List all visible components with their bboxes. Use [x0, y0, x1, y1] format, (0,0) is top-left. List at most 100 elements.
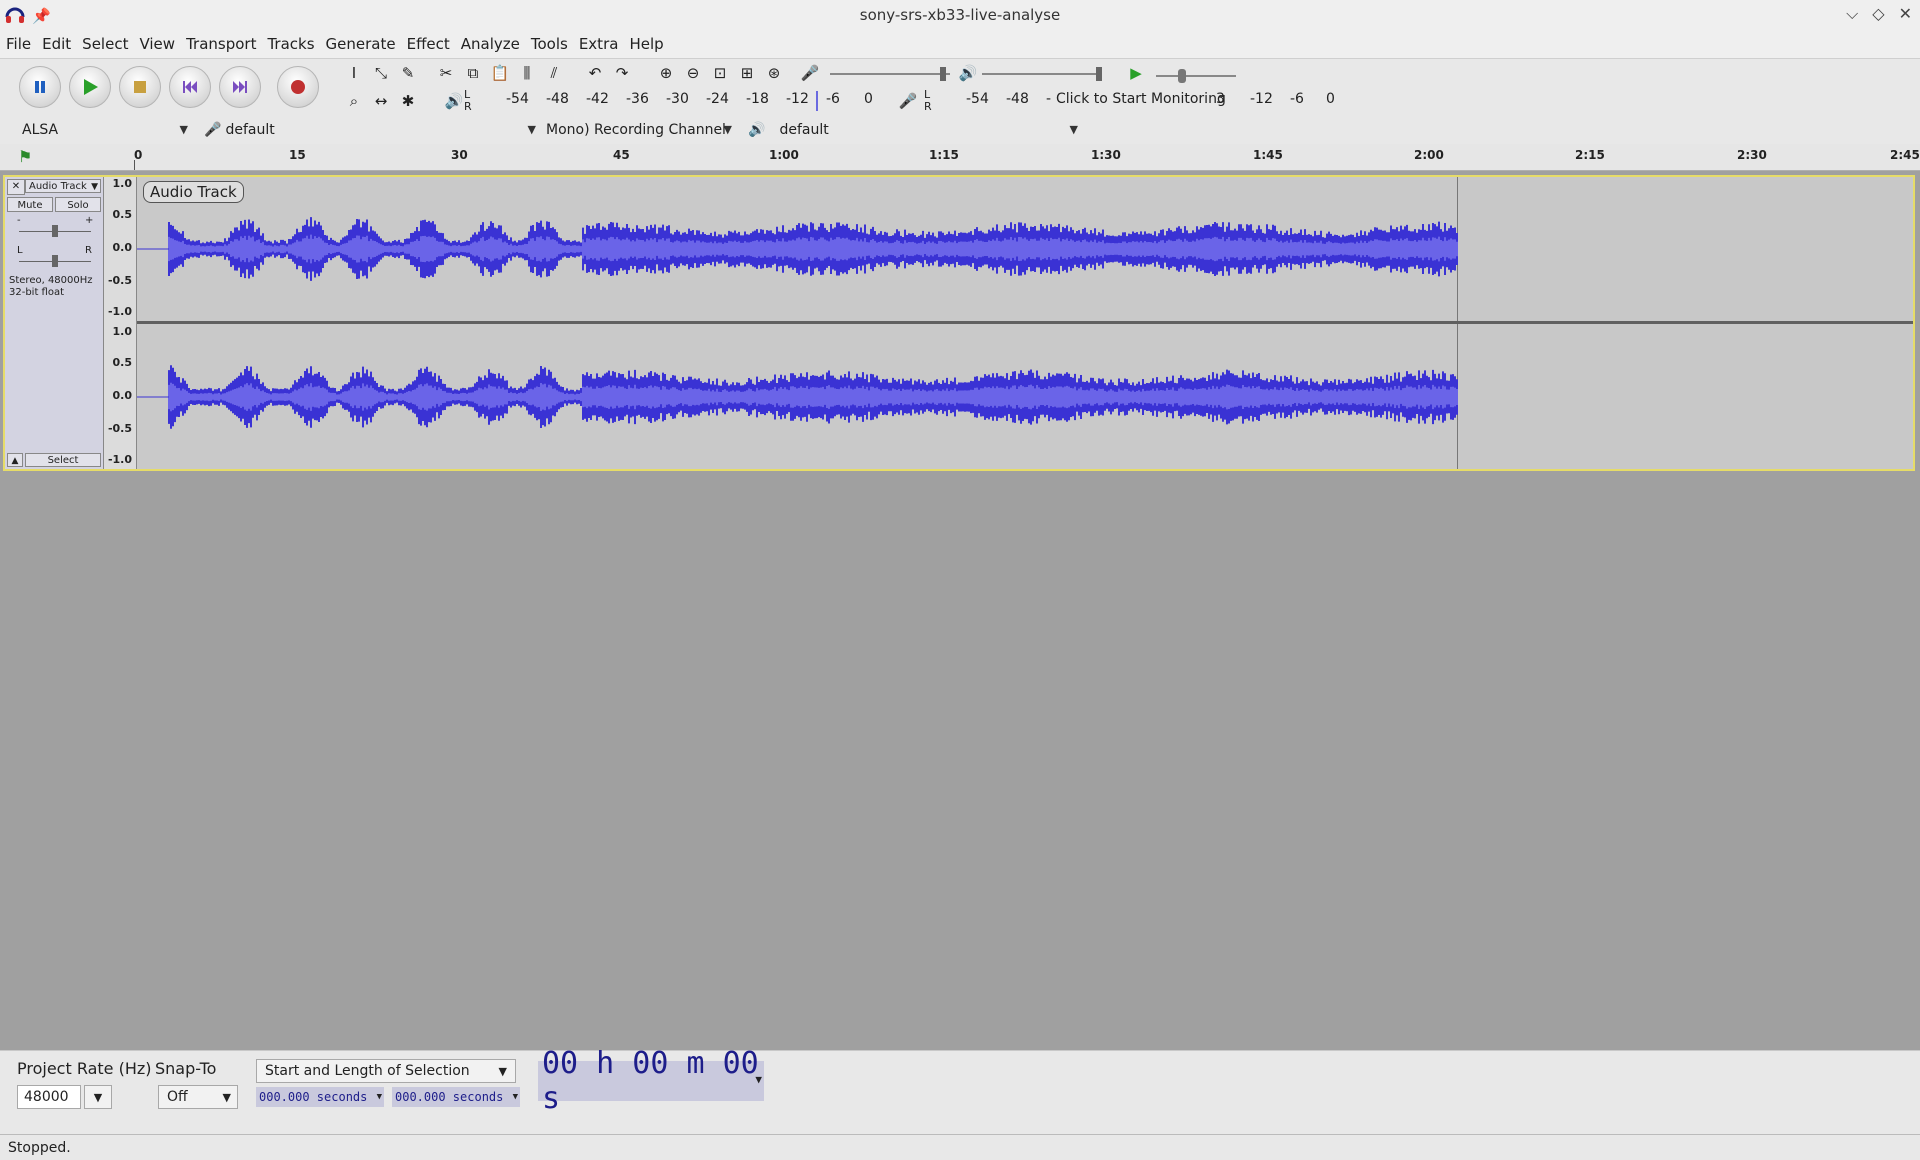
record-icon — [291, 80, 305, 94]
speaker-icon: 🔊 — [748, 122, 766, 138]
selection-start-time[interactable]: 000.000 seconds ▼ — [256, 1087, 384, 1107]
ruler-label: 0 — [134, 148, 143, 162]
copy-icon[interactable]: ⧉ — [461, 61, 485, 85]
fit-project-icon[interactable]: ⊞ — [735, 61, 759, 85]
cut-icon[interactable]: ✂ — [434, 61, 458, 85]
recording-channels-select[interactable]: Mono) Recording Channel ▼ — [546, 119, 736, 141]
playback-volume-slider[interactable] — [982, 73, 1102, 75]
waveform-area[interactable]: Audio Track — [137, 177, 1913, 469]
menu-edit[interactable]: Edit — [42, 35, 80, 53]
skip-start-button[interactable] — [169, 66, 211, 108]
recording-volume-slider[interactable] — [830, 73, 950, 75]
menu-view[interactable]: View — [139, 35, 184, 53]
audio-host-select[interactable]: ALSA ▼ — [16, 119, 192, 141]
skip-start-icon — [183, 81, 197, 93]
selection-mode-select[interactable]: Start and Length of Selection ▼ — [256, 1059, 516, 1083]
play-icon — [84, 79, 98, 95]
clip-name-label[interactable]: Audio Track — [143, 181, 244, 203]
selection-length-time[interactable]: 000.000 seconds ▼ — [392, 1087, 520, 1107]
playback-device-select[interactable]: 🔊 default ▼ — [748, 119, 1082, 141]
pan-slider-thumb[interactable] — [52, 255, 58, 267]
window-title: sony-srs-xb33-live-analyse — [859, 6, 1061, 24]
collapse-track-icon[interactable]: ▲ — [7, 453, 23, 467]
record-button[interactable] — [277, 66, 319, 108]
zoom-in-icon[interactable]: ⊕ — [654, 61, 678, 85]
playback-meter[interactable]: L R -54 -48 - Click to Start Monitoring … — [924, 88, 1344, 113]
monitor-prompt[interactable]: Click to Start Monitoring — [1056, 91, 1226, 107]
recording-volume-thumb[interactable] — [940, 67, 946, 81]
menu-help[interactable]: Help — [629, 35, 672, 53]
track-name-menu[interactable]: Audio Track ▼ — [25, 179, 101, 193]
pause-button[interactable] — [19, 66, 61, 108]
project-rate-label: Project Rate (Hz) — [17, 1059, 152, 1078]
track-close-icon[interactable]: ✕ — [7, 179, 25, 195]
play-speed-slider[interactable] — [1156, 75, 1236, 77]
audio-track[interactable]: ✕ Audio Track ▼ Mute Solo - + L R Stereo… — [3, 175, 1915, 471]
menu-file[interactable]: File — [6, 35, 40, 53]
speaker-icon: 🔊 — [958, 64, 978, 82]
silence-icon[interactable]: ⫽ — [542, 61, 566, 85]
ruler-label: 1:45 — [1253, 148, 1283, 162]
menu-generate[interactable]: Generate — [326, 35, 405, 53]
paste-icon[interactable]: 📋 — [488, 61, 512, 85]
chevron-down-icon: ▼ — [723, 123, 732, 136]
trim-icon[interactable]: ⫼ — [515, 61, 539, 85]
undo-icon[interactable]: ↶ — [583, 61, 607, 85]
stop-button[interactable] — [119, 66, 161, 108]
chevron-down-icon: ▼ — [1069, 123, 1078, 136]
snap-to-label: Snap-To — [155, 1059, 217, 1078]
project-rate-dropdown[interactable]: ▼ — [84, 1085, 112, 1109]
meter-speaker-icon[interactable]: 🔊 — [442, 89, 466, 113]
track-select-button[interactable]: Select — [25, 453, 101, 467]
minimize-icon[interactable]: ⌵ — [1846, 4, 1858, 24]
menu-extra[interactable]: Extra — [579, 35, 628, 53]
gain-slider-thumb[interactable] — [52, 225, 58, 237]
menu-select[interactable]: Select — [82, 35, 137, 53]
maximize-icon[interactable]: ◇ — [1872, 4, 1884, 24]
ruler-label: 2:00 — [1414, 148, 1444, 162]
selection-tool-icon[interactable]: I — [342, 61, 366, 85]
meter-microphone-icon[interactable]: 🎤 — [896, 89, 920, 113]
menu-tools[interactable]: Tools — [531, 35, 577, 53]
ruler-label: 2:30 — [1737, 148, 1767, 162]
draw-tool-icon[interactable]: ✎ — [396, 61, 420, 85]
recording-meter[interactable]: L R -54 -48 -42 -36 -30 -24 -18 -12 -6 0 — [464, 88, 884, 113]
status-text: Stopped. — [8, 1139, 71, 1156]
redo-icon[interactable]: ↷ — [610, 61, 634, 85]
recording-device-select[interactable]: 🎤 default ▼ — [204, 119, 540, 141]
chevron-down-icon: ▼ — [512, 1092, 518, 1102]
pin-head-icon[interactable]: ⚑ — [18, 147, 34, 166]
pause-icon — [35, 81, 45, 93]
project-rate-input[interactable]: 48000 — [17, 1085, 81, 1109]
skip-end-icon — [233, 81, 247, 93]
snap-to-select[interactable]: Off ▼ — [158, 1085, 238, 1109]
timeline-ruler[interactable]: ⚑ 0 15 30 45 1:00 1:15 1:30 1:45 2:00 2:… — [0, 144, 1920, 171]
ruler-label: 30 — [451, 148, 468, 162]
play-at-speed-icon[interactable]: ▶ — [1124, 61, 1148, 85]
menu-analyze[interactable]: Analyze — [461, 35, 529, 53]
timeshift-tool-icon[interactable]: ↔ — [369, 89, 393, 113]
close-icon[interactable]: ✕ — [1899, 4, 1912, 24]
menu-transport[interactable]: Transport — [186, 35, 265, 53]
playback-volume-thumb[interactable] — [1096, 67, 1102, 81]
ruler-label: 1:30 — [1091, 148, 1121, 162]
zoom-tool-icon[interactable]: ⌕ — [342, 89, 366, 113]
pin-icon[interactable]: 📌 — [32, 7, 51, 25]
multi-tool-icon[interactable]: ✱ — [396, 89, 420, 113]
zoom-toggle-icon[interactable]: ⊛ — [762, 61, 786, 85]
ruler-label: 1:00 — [769, 148, 799, 162]
meter-peak-marker — [816, 91, 818, 111]
play-speed-thumb[interactable] — [1178, 69, 1186, 83]
skip-end-button[interactable] — [219, 66, 261, 108]
menu-effect[interactable]: Effect — [407, 35, 459, 53]
microphone-icon: 🎤 — [800, 64, 820, 82]
audio-position-display[interactable]: 00 h 00 m 00 s ▼ — [538, 1046, 764, 1116]
menu-tracks[interactable]: Tracks — [267, 35, 323, 53]
play-button[interactable] — [69, 66, 111, 108]
chevron-down-icon: ▼ — [179, 123, 188, 136]
solo-button[interactable]: Solo — [55, 197, 101, 212]
zoom-out-icon[interactable]: ⊖ — [681, 61, 705, 85]
mute-button[interactable]: Mute — [7, 197, 53, 212]
envelope-tool-icon[interactable]: ⤡ — [369, 61, 393, 85]
fit-selection-icon[interactable]: ⊡ — [708, 61, 732, 85]
